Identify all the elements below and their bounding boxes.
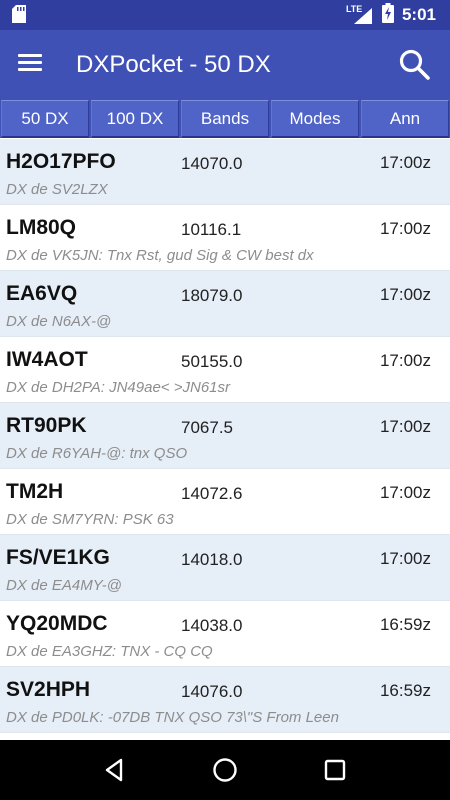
- back-icon: [105, 758, 123, 782]
- menu-icon: [18, 54, 52, 71]
- spot-info: DX de PD0LK: -07DB TNX QSO 73\"S From Le…: [6, 709, 339, 726]
- spot-time: 17:00z: [379, 351, 431, 370]
- spot-row[interactable]: TM2H 14072.6 17:00z DX de SM7YRN: PSK 63: [0, 469, 450, 535]
- spot-info: DX de VK5JN: Tnx Rst, gud Sig & CW best …: [6, 247, 314, 264]
- spot-row[interactable]: LM80Q 10116.1 17:00z DX de VK5JN: Tnx Rs…: [0, 205, 450, 271]
- recents-icon: [324, 759, 346, 781]
- spot-info: DX de SM7YRN: PSK 63: [6, 511, 174, 528]
- spot-time: 17:00z: [379, 285, 431, 304]
- spot-frequency: 14070.0: [181, 154, 243, 173]
- spot-time: 17:00z: [379, 153, 431, 172]
- spot-callsign: LM80Q: [6, 216, 77, 239]
- spot-row[interactable]: RT90PK 7067.5 17:00z DX de R6YAH-@: tnx …: [0, 403, 450, 469]
- spot-callsign: RT90PK: [6, 414, 87, 437]
- spot-callsign: EA6VQ: [6, 282, 78, 305]
- spot-info: DX de EA3GHZ: TNX - CQ CQ: [6, 643, 213, 660]
- spot-info: DX de R6YAH-@: tnx QSO: [6, 445, 188, 462]
- home-icon: [213, 758, 237, 782]
- spot-frequency: 14076.0: [181, 682, 243, 701]
- spot-frequency: 10116.1: [181, 220, 242, 239]
- tab-100-dx[interactable]: 100 DX: [91, 100, 179, 138]
- spot-row[interactable]: SV2HPH 14076.0 16:59z DX de PD0LK: -07DB…: [0, 667, 450, 733]
- spot-list[interactable]: H2O17PFO 14070.0 17:00z DX de SV2LZX LM8…: [0, 139, 450, 740]
- spot-info: DX de N6AX-@: [6, 313, 112, 330]
- spot-frequency: 14038.0: [181, 616, 243, 635]
- tab-50-dx[interactable]: 50 DX: [1, 100, 89, 138]
- navigation-bar: [0, 740, 450, 800]
- spot-info: DX de DH2PA: JN49ae< >JN61sr: [6, 379, 230, 396]
- spot-callsign: TM2H: [6, 480, 64, 503]
- spot-info: DX de EA4MY-@: [6, 577, 122, 594]
- tab-ann[interactable]: Ann: [361, 100, 449, 138]
- spot-time: 17:00z: [379, 219, 431, 238]
- spot-time: 17:00z: [379, 483, 431, 502]
- status-bar: LTE 5:01: [0, 0, 450, 30]
- spot-info: DX de SV2LZX: [6, 181, 108, 198]
- search-icon: [399, 49, 430, 80]
- spot-time: 16:59z: [379, 615, 431, 634]
- spot-row[interactable]: H2O17PFO 14070.0 17:00z DX de SV2LZX: [0, 139, 450, 205]
- signal-icon: LTE: [346, 4, 374, 26]
- spot-row[interactable]: FS/VE1KG 14018.0 17:00z DX de EA4MY-@: [0, 535, 450, 601]
- spot-frequency: 7067.5: [181, 418, 233, 437]
- spot-frequency: 18079.0: [181, 286, 243, 305]
- tab-bands[interactable]: Bands: [181, 100, 269, 138]
- status-time: 5:01: [401, 5, 436, 24]
- tab-bar: 50 DX 100 DX Bands Modes Ann: [0, 100, 450, 138]
- battery-charging-icon: [381, 2, 394, 28]
- app-bar: DXPocket - 50 DX: [0, 30, 450, 100]
- sd-card-icon: [12, 5, 26, 28]
- spot-frequency: 50155.0: [181, 352, 243, 371]
- spot-callsign: YQ20MDC: [6, 612, 108, 635]
- spot-time: 16:59z: [379, 681, 431, 700]
- spot-callsign: H2O17PFO: [6, 150, 116, 173]
- spot-callsign: FS/VE1KG: [6, 546, 110, 569]
- spot-frequency: 14072.6: [181, 484, 243, 503]
- app-title: DXPocket - 50 DX: [76, 51, 271, 78]
- tab-modes[interactable]: Modes: [271, 100, 359, 138]
- recents-button[interactable]: [315, 750, 355, 790]
- home-button[interactable]: [205, 750, 245, 790]
- spot-callsign: SV2HPH: [6, 678, 91, 701]
- spot-time: 17:00z: [379, 549, 431, 568]
- spot-row[interactable]: EA6VQ 18079.0 17:00z DX de N6AX-@: [0, 271, 450, 337]
- spot-time: 17:00z: [379, 417, 431, 436]
- search-button[interactable]: [398, 48, 432, 82]
- spot-row[interactable]: IW4AOT 50155.0 17:00z DX de DH2PA: JN49a…: [0, 337, 450, 403]
- back-button[interactable]: [95, 750, 135, 790]
- spot-row[interactable]: YQ20MDC 14038.0 16:59z DX de EA3GHZ: TNX…: [0, 601, 450, 667]
- spot-frequency: 14018.0: [181, 550, 243, 569]
- spot-callsign: IW4AOT: [6, 348, 88, 371]
- menu-button[interactable]: [18, 50, 52, 80]
